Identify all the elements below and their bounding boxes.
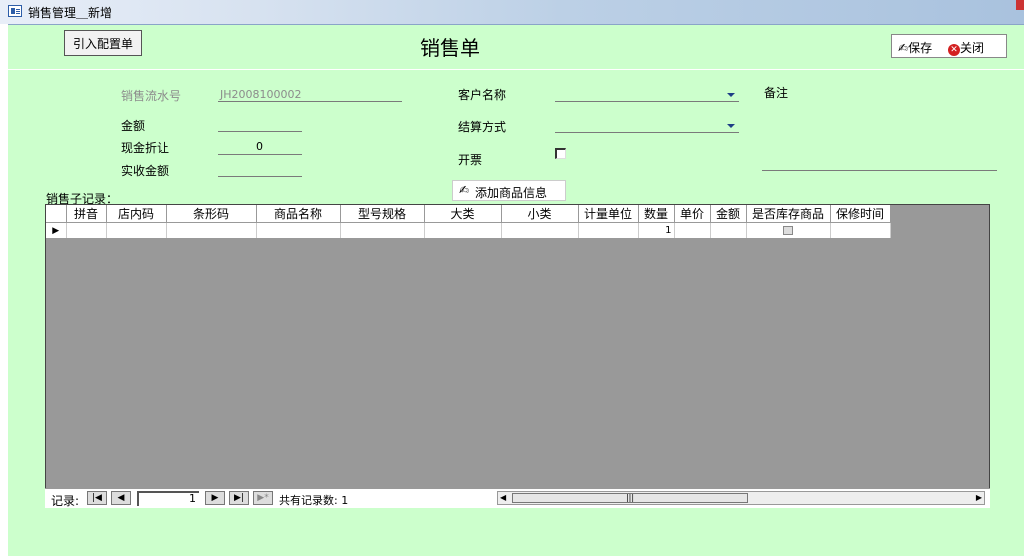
remark-field[interactable]	[762, 170, 997, 171]
settlement-method-combo[interactable]	[555, 132, 739, 133]
table-row[interactable]: ▶ 1	[46, 222, 891, 239]
grid-header-row: 拼音 店内码 条形码 商品名称 型号规格 大类 小类 计量单位 数量 单价 金额…	[46, 205, 891, 223]
first-record-icon: |◀	[92, 493, 102, 503]
form-window-icon	[8, 5, 22, 17]
scrollbar-thumb[interactable]: |||	[512, 493, 748, 503]
record-navigation-bar: 记录: |◀ ◀ 1 ▶ ▶| ▶* 共有记录数: 1 ◀ ||| ▶	[45, 488, 990, 508]
window-close-button[interactable]	[1016, 0, 1024, 10]
first-record-button[interactable]: |◀	[87, 491, 107, 505]
column-header-quantity[interactable]: 数量	[638, 205, 675, 223]
last-record-icon: ▶|	[234, 493, 244, 503]
column-header-pinyin[interactable]: 拼音	[66, 205, 107, 223]
column-header-model-spec[interactable]: 型号规格	[340, 205, 425, 223]
table-cell[interactable]	[166, 222, 257, 239]
close-icon: ✕	[948, 44, 960, 56]
column-header-product-name[interactable]: 商品名称	[256, 205, 341, 223]
table-cell[interactable]	[710, 222, 747, 239]
invoice-label: 开票	[458, 153, 483, 167]
column-header-subcategory[interactable]: 小类	[501, 205, 579, 223]
table-cell[interactable]	[578, 222, 639, 239]
cash-discount-value: 0	[256, 140, 263, 153]
serial-number-value: JH2008100002	[220, 88, 302, 101]
serial-number-underline	[218, 101, 402, 102]
customer-dropdown-icon[interactable]	[727, 93, 735, 97]
table-cell[interactable]	[501, 222, 579, 239]
record-number-input[interactable]: 1	[137, 491, 199, 506]
add-product-button[interactable]: ✍ 添加商品信息	[452, 180, 566, 201]
invoice-checkbox[interactable]	[555, 148, 566, 159]
add-product-icon: ✍	[459, 183, 470, 197]
toolbar-actions: ✍保存 ✕ 关闭	[891, 34, 1007, 58]
new-record-icon: ▶*	[257, 493, 269, 503]
settlement-method-label: 结算方式	[458, 120, 507, 134]
prev-record-button[interactable]: ◀	[111, 491, 131, 505]
column-header-is-stock-item[interactable]: 是否库存商品	[746, 205, 831, 223]
window-left-border	[0, 24, 8, 556]
table-cell[interactable]	[66, 222, 107, 239]
table-cell[interactable]	[106, 222, 167, 239]
customer-name-combo[interactable]	[555, 101, 739, 102]
sales-subrecords-grid: 拼音 店内码 条形码 商品名称 型号规格 大类 小类 计量单位 数量 单价 金额…	[45, 204, 990, 508]
next-record-icon: ▶	[211, 493, 219, 503]
table-cell[interactable]	[340, 222, 425, 239]
table-cell[interactable]	[674, 222, 711, 239]
form-title: 销售单	[420, 36, 480, 60]
window-titlebar: 销售管理＿新增	[0, 0, 1024, 25]
import-config-button[interactable]: 引入配置单	[64, 30, 142, 56]
table-cell[interactable]	[830, 222, 891, 239]
serial-number-label: 销售流水号	[121, 89, 182, 103]
header-separator	[8, 69, 1024, 70]
settlement-dropdown-icon[interactable]	[727, 124, 735, 128]
scroll-left-icon[interactable]: ◀	[500, 493, 506, 502]
amount-label: 金额	[121, 119, 146, 133]
stock-item-checkbox[interactable]	[783, 225, 793, 235]
table-cell[interactable]	[424, 222, 502, 239]
total-records-label: 共有记录数: 1	[279, 494, 349, 507]
record-selector[interactable]: ▶	[46, 222, 67, 239]
table-cell[interactable]	[256, 222, 341, 239]
customer-name-label: 客户名称	[458, 88, 507, 102]
amount-field[interactable]	[218, 131, 302, 132]
column-header-barcode[interactable]: 条形码	[166, 205, 257, 223]
column-header-unit[interactable]: 计量单位	[578, 205, 639, 223]
column-header-store-code[interactable]: 店内码	[106, 205, 167, 223]
record-label: 记录:	[51, 494, 80, 508]
column-header-category[interactable]: 大类	[424, 205, 502, 223]
prev-record-icon: ◀	[117, 493, 125, 503]
next-record-button[interactable]: ▶	[205, 491, 225, 505]
record-selector-header	[46, 205, 67, 223]
cash-discount-label: 现金折让	[121, 141, 170, 155]
column-header-warranty[interactable]: 保修时间	[830, 205, 891, 223]
save-button[interactable]: ✍保存	[898, 39, 932, 56]
close-button[interactable]: ✕ 关闭	[948, 39, 984, 56]
grid-table: 拼音 店内码 条形码 商品名称 型号规格 大类 小类 计量单位 数量 单价 金额…	[46, 205, 891, 239]
window-title: 销售管理＿新增	[28, 6, 113, 20]
remark-label: 备注	[764, 86, 789, 100]
scroll-right-icon[interactable]: ▶	[976, 493, 982, 502]
table-cell[interactable]: 1	[638, 222, 675, 239]
stock-item-checkbox-cell[interactable]	[746, 222, 831, 239]
save-icon: ✍	[898, 41, 909, 55]
received-amount-label: 实收金额	[121, 164, 170, 178]
new-record-button[interactable]: ▶*	[253, 491, 273, 505]
received-amount-field[interactable]	[218, 176, 302, 177]
column-header-unit-price[interactable]: 单价	[674, 205, 711, 223]
last-record-button[interactable]: ▶|	[229, 491, 249, 505]
horizontal-scrollbar[interactable]: ◀ ||| ▶	[497, 491, 985, 505]
cash-discount-field[interactable]	[218, 154, 302, 155]
column-header-amount[interactable]: 金额	[710, 205, 747, 223]
